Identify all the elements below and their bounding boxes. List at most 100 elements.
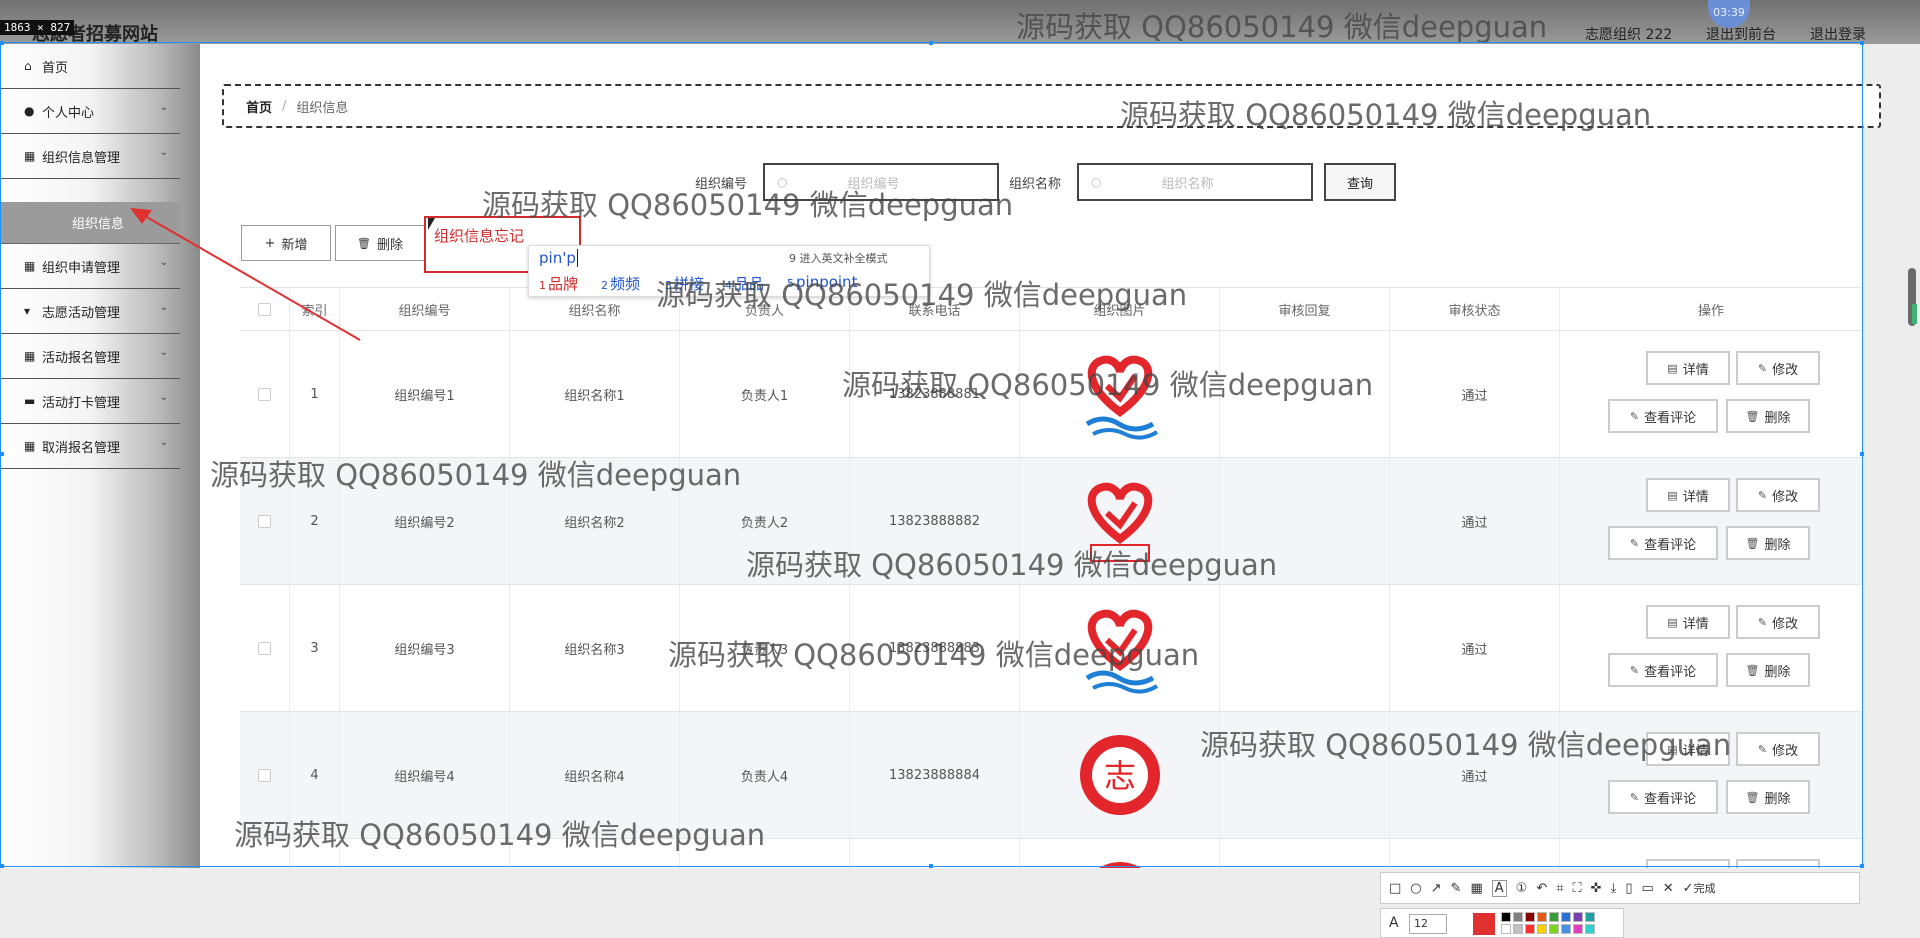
color-swatch[interactable] <box>1537 912 1547 922</box>
download-icon[interactable]: ⤓ <box>1611 881 1617 896</box>
detail-button-label: 详情 <box>1682 362 1709 378</box>
detail-button[interactable]: ▤详情 <box>1646 478 1730 512</box>
search-name-input[interactable]: ○ 组织名称 <box>1077 163 1313 201</box>
row-checkbox[interactable] <box>258 387 271 401</box>
view-comments-button[interactable]: ✎ 查看评论 <box>1608 399 1718 433</box>
row-checkbox-cell <box>240 839 290 868</box>
bookmark-icon[interactable]: ▭ <box>1641 881 1653 896</box>
edit-button[interactable]: ✎修改 <box>1736 859 1820 868</box>
view-comments-button[interactable]: ✎ 查看评论 <box>1608 526 1718 560</box>
chevron-down-icon: ⌄ <box>159 102 168 113</box>
view-comments-button[interactable]: ✎ 查看评论 <box>1608 780 1718 814</box>
ocr-icon[interactable]: ⌗ <box>1556 881 1563 896</box>
search-code-input[interactable]: ○ 组织编号 <box>763 163 999 201</box>
ime-candidate[interactable]: 3 拼接 <box>665 273 704 294</box>
row-delete-button[interactable]: 🗑 删除 <box>1726 526 1810 560</box>
row-checkbox[interactable] <box>258 514 271 528</box>
row-checkbox[interactable] <box>258 768 271 782</box>
color-swatch[interactable] <box>1573 912 1583 922</box>
copy-icon[interactable]: ▯ <box>1625 881 1632 896</box>
sidebar-item-2[interactable]: ▦ 组织信息管理 ⌄ <box>0 134 180 179</box>
color-swatch[interactable] <box>1585 924 1595 934</box>
current-color-swatch[interactable] <box>1473 913 1495 935</box>
logout-link[interactable]: 退出登录 <box>1810 24 1866 44</box>
rectangle-tool-icon[interactable]: □ <box>1389 881 1401 896</box>
done-label: 完成 <box>1693 882 1716 895</box>
sidebar-item-label: 组织信息管理 <box>42 150 121 166</box>
color-swatch[interactable] <box>1561 924 1571 934</box>
sidebar-item-1[interactable]: ● 个人中心 ⌄ <box>0 89 180 134</box>
resize-handle[interactable] <box>1860 864 1864 868</box>
color-swatch[interactable] <box>1585 912 1595 922</box>
search-name-placeholder: 组织名称 <box>1161 176 1214 192</box>
sidebar-item-7[interactable]: ▦ 取消报名管理 ⌄ <box>0 424 180 469</box>
cell-reply <box>1220 331 1390 457</box>
cell-logo <box>1020 331 1220 457</box>
ime-candidate-text: 拼接 <box>674 275 705 293</box>
text-tool-icon[interactable]: A <box>1491 879 1507 897</box>
pen-tool-icon[interactable]: ✎ <box>1451 881 1462 896</box>
color-swatch[interactable] <box>1549 912 1559 922</box>
color-swatch[interactable] <box>1573 924 1583 934</box>
ime-candidate[interactable]: 5 pinpoint <box>787 273 857 291</box>
resize-handle[interactable] <box>1860 41 1864 45</box>
resize-handle[interactable] <box>0 41 4 45</box>
undo-icon[interactable]: ↶ <box>1536 881 1547 896</box>
row-checkbox[interactable] <box>258 641 271 655</box>
resize-handle[interactable] <box>929 864 933 868</box>
edit-button[interactable]: ✎修改 <box>1736 478 1820 512</box>
view-comments-button[interactable]: ✎ 查看评论 <box>1608 653 1718 687</box>
color-swatch[interactable] <box>1537 924 1547 934</box>
sidebar-item-6[interactable]: ▬ 活动打卡管理 ⌄ <box>0 379 180 424</box>
cell-phone: 13823888885 <box>850 839 1020 868</box>
annotation-arrow <box>130 208 361 341</box>
row-delete-button[interactable]: 🗑 删除 <box>1726 780 1810 814</box>
color-swatch[interactable] <box>1549 924 1559 934</box>
font-size-select[interactable]: 12 <box>1409 914 1447 934</box>
table-row: 2 组织编号2 组织名称2 负责人2 13823888882 通过 ▤ 详情 ✎ 修改 ✎ 查看评论 🗑… <box>240 458 1863 585</box>
front-link[interactable]: 退出到前台 <box>1706 24 1776 44</box>
detail-button[interactable]: ▤详情 <box>1646 351 1730 385</box>
ellipse-tool-icon[interactable]: ○ <box>1410 881 1421 896</box>
row-delete-button[interactable]: 🗑 删除 <box>1726 653 1810 687</box>
done-button[interactable]: ✓完成 <box>1683 880 1716 896</box>
row-delete-button[interactable]: 🗑 删除 <box>1726 399 1810 433</box>
sidebar-item-0[interactable]: ⌂ 首页 <box>0 44 180 89</box>
ime-candidate[interactable]: 1 品牌 <box>539 273 578 294</box>
view-comments-button-label: 查看评论 <box>1644 537 1697 553</box>
detail-button[interactable]: ▤详情 <box>1646 605 1730 639</box>
column-header: 审核回复 <box>1220 288 1390 330</box>
search-button[interactable]: 查询 <box>1324 163 1396 201</box>
ime-candidate[interactable]: 4 品品 <box>725 273 764 294</box>
snip-color-panel: A 12 <box>1380 908 1624 938</box>
scan-icon[interactable]: ⛶ <box>1573 881 1582 896</box>
color-swatch[interactable] <box>1525 924 1535 934</box>
resize-handle[interactable] <box>929 41 933 45</box>
color-swatch[interactable] <box>1513 912 1523 922</box>
resize-handle[interactable] <box>1860 452 1864 456</box>
breadcrumb-home[interactable]: 首页 <box>246 97 272 116</box>
cell-status: 通过 <box>1390 712 1560 838</box>
edit-button[interactable]: ✎修改 <box>1736 351 1820 385</box>
ime-candidate[interactable]: 2 频频 <box>601 273 640 294</box>
cell-actions: ▤详情✎修改✎查看评论🗑删除 <box>1560 839 1863 868</box>
number-tool-icon[interactable]: ① <box>1516 881 1528 896</box>
arrow-tool-icon[interactable]: ↗ <box>1431 881 1442 896</box>
mosaic-tool-icon[interactable]: ▦ <box>1470 881 1482 896</box>
color-swatch[interactable] <box>1561 912 1571 922</box>
edit-button-label: 修改 <box>1772 362 1799 378</box>
edit-button[interactable]: ✎修改 <box>1736 605 1820 639</box>
cell-leader: 负责人5 <box>680 839 850 868</box>
color-swatch[interactable] <box>1525 912 1535 922</box>
detail-button[interactable]: ▤详情 <box>1646 732 1730 766</box>
row-checkbox-cell <box>240 585 290 711</box>
color-swatch[interactable] <box>1513 924 1523 934</box>
detail-button[interactable]: ▤详情 <box>1646 859 1730 868</box>
color-swatch[interactable] <box>1501 912 1511 922</box>
color-swatch[interactable] <box>1501 924 1511 934</box>
edit-button[interactable]: ✎修改 <box>1736 732 1820 766</box>
resize-handle[interactable] <box>0 452 4 456</box>
pin-icon[interactable]: ✜ <box>1591 881 1602 896</box>
resize-handle[interactable] <box>0 864 4 868</box>
close-icon[interactable]: ✕ <box>1663 881 1674 896</box>
